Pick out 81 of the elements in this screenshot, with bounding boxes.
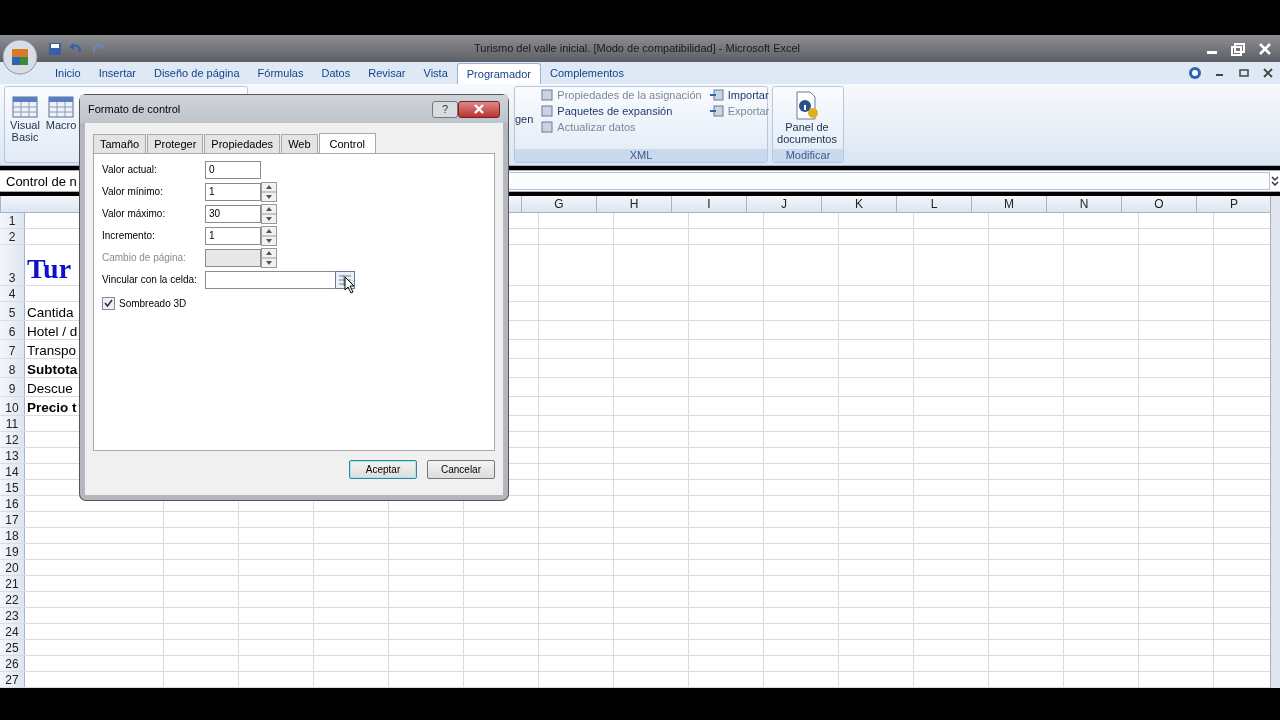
field-label: Vincular con la celda:: [102, 274, 198, 285]
row-header[interactable]: 27: [0, 672, 25, 687]
ribbon-button[interactable]: Panel de documentos: [773, 87, 841, 149]
row-header[interactable]: 1: [0, 213, 25, 228]
ribbon-button[interactable]: Visual Basic: [6, 89, 44, 160]
ok-button[interactable]: Aceptar: [349, 460, 417, 479]
row-header[interactable]: 19: [0, 544, 25, 559]
column-header[interactable]: N: [1047, 196, 1122, 212]
dialog-tab[interactable]: Control: [318, 133, 376, 153]
column-header[interactable]: J: [747, 196, 822, 212]
column-header[interactable]: G: [522, 196, 597, 212]
window-title: Turismo del valle inicial. [Modo de compatibilidad] - Microsoft Excel: [474, 42, 801, 54]
ribbon-tab[interactable]: Fórmulas: [248, 63, 313, 84]
ribbon-tab[interactable]: Diseño de página: [145, 63, 249, 84]
row-header[interactable]: 24: [0, 624, 25, 639]
field-label: Valor máximo:: [102, 208, 167, 219]
row-header[interactable]: 3: [0, 245, 25, 285]
row-header[interactable]: 4: [0, 286, 25, 301]
ribbon-tab[interactable]: Inicio: [46, 63, 90, 84]
row-header[interactable]: 11: [0, 416, 25, 431]
row-header[interactable]: 5: [0, 302, 25, 320]
row-header[interactable]: 7: [0, 340, 25, 358]
cell-text: Descue: [26, 381, 73, 396]
ribbon-button[interactable]: Macro: [45, 89, 77, 160]
ribbon-tab[interactable]: Insertar: [89, 63, 145, 84]
checkbox-label: Sombreado 3D: [119, 298, 187, 309]
row-header[interactable]: 13: [0, 448, 25, 463]
cell-text: Subtota: [26, 362, 78, 377]
dialog-tab[interactable]: Propiedades: [204, 134, 281, 153]
row-header[interactable]: 10: [0, 397, 25, 415]
row-header[interactable]: 25: [0, 640, 25, 655]
row-header[interactable]: 6: [0, 321, 25, 339]
row-header[interactable]: 21: [0, 576, 25, 591]
row-header[interactable]: 14: [0, 464, 25, 479]
cell-text: Cantida: [26, 305, 74, 320]
cancel-button[interactable]: Cancelar: [427, 460, 495, 479]
row-header[interactable]: 23: [0, 608, 25, 623]
row-header[interactable]: 2: [0, 229, 25, 244]
input-field[interactable]: 1: [205, 182, 261, 201]
ribbon-button[interactable]: Importar: [709, 89, 770, 101]
row-header[interactable]: 12: [0, 432, 25, 447]
column-header[interactable]: L: [897, 196, 972, 212]
input-field[interactable]: 0: [205, 160, 261, 179]
row-header[interactable]: 18: [0, 528, 25, 543]
dialog-tab[interactable]: Proteger: [147, 134, 204, 153]
help-button[interactable]: ?: [432, 100, 458, 118]
cell-text: Tur: [26, 253, 72, 285]
row-header[interactable]: 15: [0, 480, 25, 495]
row-header[interactable]: 17: [0, 512, 25, 527]
column-header[interactable]: K: [822, 196, 897, 212]
dialog-tab[interactable]: Web: [281, 134, 318, 153]
cell-text: Transpo: [26, 343, 77, 358]
ribbon-tab[interactable]: Complementos: [540, 63, 633, 84]
column-header[interactable]: M: [972, 196, 1047, 212]
field-label: Valor mínimo:: [102, 186, 164, 197]
input-field[interactable]: 1: [205, 226, 261, 245]
input-field[interactable]: 30: [205, 204, 261, 223]
field-label: Incremento:: [102, 230, 156, 241]
ribbon-button[interactable]: gen: [515, 113, 534, 125]
row-header[interactable]: 22: [0, 592, 25, 607]
cell-text: Precio t: [26, 400, 77, 415]
ribbon-tab[interactable]: Programador: [456, 63, 541, 84]
ribbon-button[interactable]: Paquetes de expansión: [541, 105, 702, 117]
dialog-title: Formato de control: [88, 103, 181, 115]
field-label: Cambio de página:: [102, 252, 187, 263]
cell-text: Hotel / d: [26, 324, 78, 339]
group-label: Modificar: [773, 149, 843, 162]
field-label: Valor actual:: [102, 164, 158, 175]
row-header[interactable]: 9: [0, 378, 25, 396]
row-header[interactable]: 20: [0, 560, 25, 575]
ribbon-tab[interactable]: Datos: [312, 63, 360, 84]
dialog-tab[interactable]: Tamaño: [93, 134, 147, 153]
column-header[interactable]: I: [672, 196, 747, 212]
ribbon-tab[interactable]: Revisar: [359, 63, 415, 84]
column-header[interactable]: H: [597, 196, 672, 212]
ribbon-tab[interactable]: Vista: [414, 63, 457, 84]
row-header[interactable]: 16: [0, 496, 25, 511]
row-header[interactable]: 26: [0, 656, 25, 671]
column-header[interactable]: O: [1122, 196, 1197, 212]
row-header[interactable]: 8: [0, 359, 25, 377]
group-label: XML: [515, 149, 767, 162]
